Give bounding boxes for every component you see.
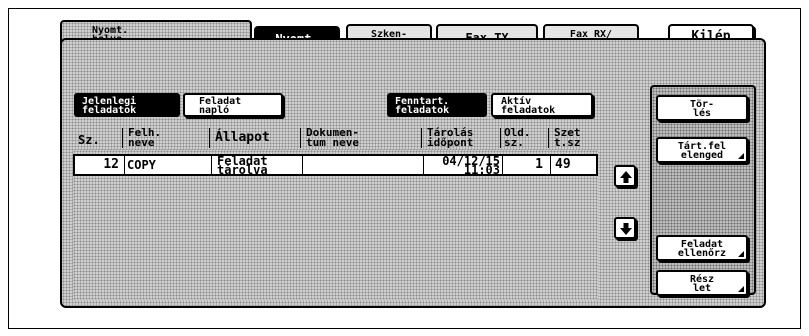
header-divider	[421, 128, 422, 148]
current-jobs-label: Jelenlegi feladatok	[82, 96, 137, 116]
header-divider	[548, 128, 549, 148]
row-divider	[302, 156, 303, 174]
row-time: 04/12/15 11:03	[442, 154, 500, 177]
header-divider	[209, 128, 210, 148]
row-divider	[211, 156, 212, 174]
details-button[interactable]: Rész let	[656, 270, 748, 296]
row-pages: 1	[535, 157, 543, 172]
header-divider	[122, 128, 123, 148]
arrow-down-icon	[620, 223, 632, 235]
active-jobs-label: Aktív feladatok	[501, 96, 556, 116]
release-button-label: Tárt.fel elenged	[677, 141, 727, 161]
delete-button[interactable]: Tör- lés	[656, 95, 748, 121]
col-header-status: Állapot	[215, 130, 270, 145]
job-check-button-label: Feladat ellenőrz	[677, 239, 727, 259]
row-divider	[423, 156, 424, 174]
job-log-label: Feladat napló	[199, 96, 242, 116]
active-jobs-button[interactable]: Aktív feladatok	[491, 93, 593, 117]
corner-mark-icon	[738, 153, 744, 159]
delete-button-label: Tör- lés	[689, 99, 715, 119]
details-button-label: Rész let	[689, 274, 715, 294]
corner-mark-icon	[738, 251, 744, 257]
arrow-up-icon	[620, 171, 632, 183]
current-jobs-button[interactable]: Jelenlegi feladatok	[74, 93, 180, 117]
scroll-down-button[interactable]	[614, 217, 636, 239]
row-divider	[124, 156, 125, 174]
col-header-copies: Szet t.sz	[554, 126, 581, 149]
row-no: 12	[103, 157, 119, 172]
row-copies: 49	[555, 157, 571, 172]
header-divider	[300, 128, 301, 148]
corner-mark-icon	[738, 286, 744, 292]
scroll-up-button[interactable]	[614, 165, 636, 187]
reserved-jobs-label: Fenntart. feladatok	[395, 96, 450, 116]
table-row[interactable]: 12 COPY Feladat tárolva 04/12/15 11:03 1…	[73, 154, 598, 176]
row-status: Feladat tárolva	[217, 154, 268, 177]
header-divider	[500, 128, 501, 148]
col-header-no: Sz.	[78, 133, 100, 147]
row-divider	[550, 156, 551, 174]
row-divider	[502, 156, 503, 174]
col-header-doc: Dokumen- tum neve	[306, 126, 359, 149]
reserved-jobs-button[interactable]: Fenntart. feladatok	[387, 93, 487, 117]
col-header-pages: Old. sz.	[504, 126, 531, 149]
col-header-user: Felh. neve	[128, 126, 162, 149]
job-check-button[interactable]: Feladat ellenőrz	[656, 235, 748, 261]
row-user: COPY	[127, 158, 156, 172]
job-log-button[interactable]: Feladat napló	[183, 93, 283, 117]
release-button[interactable]: Tárt.fel elenged	[656, 137, 748, 163]
col-header-time: Tárolás időpont	[427, 126, 474, 149]
